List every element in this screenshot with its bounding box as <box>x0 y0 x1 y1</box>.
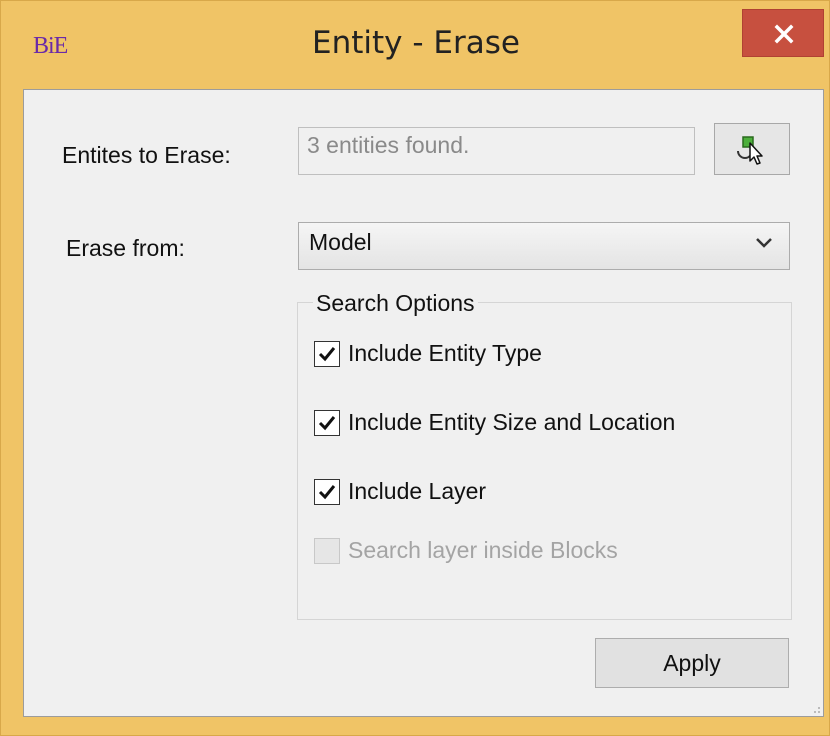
checkmark-icon <box>318 346 336 361</box>
checkbox-box-disabled <box>314 537 340 564</box>
checkbox-box <box>314 409 340 436</box>
window-title: Entity - Erase <box>312 25 520 61</box>
chevron-down-icon <box>756 238 772 248</box>
include-layer-checkbox[interactable]: Include Layer <box>314 478 486 505</box>
resize-grip-icon[interactable] <box>809 702 821 714</box>
include-entity-type-label: Include Entity Type <box>348 340 542 366</box>
checkbox-box <box>314 478 340 505</box>
entity-erase-dialog: BiE Entity - Erase Entites to Erase: 3 e… <box>0 0 830 736</box>
close-button[interactable] <box>742 9 824 57</box>
entities-found-field: 3 entities found. <box>298 127 695 175</box>
include-layer-label: Include Layer <box>348 478 487 504</box>
checkmark-icon <box>318 415 336 430</box>
include-entity-size-location-label: Include Entity Size and Location <box>348 409 676 435</box>
checkmark-icon <box>318 484 336 499</box>
include-entity-size-location-checkbox[interactable]: Include Entity Size and Location <box>314 409 675 436</box>
search-options-title: Search Options <box>313 290 478 317</box>
search-layer-inside-blocks-label: Search layer inside Blocks <box>348 537 618 563</box>
close-icon <box>774 24 794 44</box>
title-bar[interactable]: BiE Entity - Erase <box>1 1 830 89</box>
erase-from-label: Erase from: <box>66 235 185 261</box>
select-entities-button[interactable] <box>714 123 790 175</box>
checkbox-box <box>314 340 340 367</box>
select-entities-icon <box>737 136 763 165</box>
erase-from-select[interactable]: Model <box>298 222 790 270</box>
apply-button[interactable]: Apply <box>595 638 789 688</box>
dialog-body: Entites to Erase: 3 entities found. Eras… <box>23 89 824 717</box>
search-layer-inside-blocks-checkbox: Search layer inside Blocks <box>314 537 618 564</box>
erase-from-value: Model <box>309 229 372 255</box>
entities-to-erase-label: Entites to Erase: <box>62 142 231 168</box>
include-entity-type-checkbox[interactable]: Include Entity Type <box>314 340 542 367</box>
